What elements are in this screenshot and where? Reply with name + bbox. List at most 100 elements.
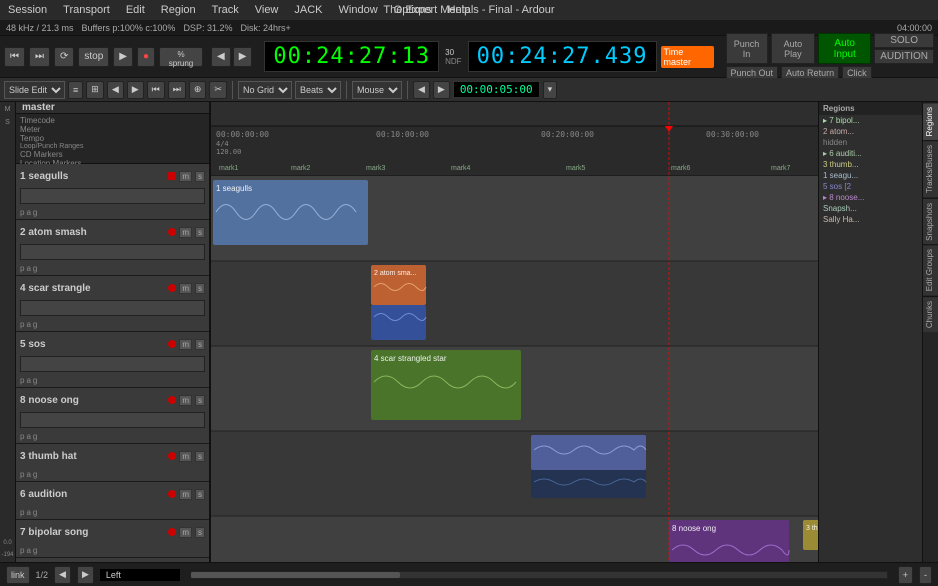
region-item-8[interactable]: Sally Ha... — [819, 214, 922, 225]
track-5-a[interactable]: a — [26, 376, 30, 385]
region-item-1[interactable]: 2 atom... — [819, 126, 922, 137]
auto-input-button[interactable]: Auto Input — [818, 33, 871, 64]
menu-help[interactable]: Help — [440, 2, 479, 18]
track-8-m[interactable]: m — [179, 395, 192, 406]
track-7-m[interactable]: m — [179, 527, 192, 538]
track-8-a[interactable]: a — [26, 432, 30, 441]
track-4-s[interactable]: s — [195, 283, 205, 294]
zoom-out[interactable]: - — [919, 566, 932, 584]
track-1-a[interactable]: a — [26, 208, 30, 217]
track-1-rec[interactable] — [168, 172, 176, 180]
track-2-a[interactable]: a — [26, 264, 30, 273]
track-4-g[interactable]: g — [33, 320, 37, 329]
bottom-link[interactable]: link — [6, 566, 30, 584]
timeline-svg[interactable]: 00:00:00:00 00:10:00:00 00:20:00:00 00:3… — [211, 102, 818, 562]
track-7-a[interactable]: a — [26, 546, 30, 555]
track-4-a[interactable]: a — [26, 320, 30, 329]
track-1-g[interactable]: g — [33, 208, 37, 217]
bottom-scroll-right[interactable]: ▶ — [77, 566, 94, 584]
edit-mode-select[interactable]: Slide Edit — [4, 81, 65, 99]
menu-jack[interactable]: JACK — [286, 2, 330, 18]
track-4-rec[interactable] — [168, 284, 176, 292]
region-item-7[interactable]: Snapsh... — [819, 203, 922, 214]
track-3-m[interactable]: m — [179, 451, 192, 462]
track-1-p[interactable]: p — [20, 208, 24, 217]
track-3-p[interactable]: p — [20, 470, 24, 479]
bottom-scroll-left[interactable]: ◀ — [54, 566, 71, 584]
menu-transport[interactable]: Transport — [55, 2, 118, 18]
audition-button[interactable]: AUDITION — [874, 49, 934, 64]
track-2-p[interactable]: p — [20, 264, 24, 273]
scrollbar-thumb[interactable] — [191, 572, 400, 578]
tab-tracks[interactable]: Tracks/Buses — [923, 140, 938, 197]
auto-play-button[interactable]: Auto Play — [771, 33, 816, 64]
grid-select[interactable]: No Grid — [238, 81, 292, 99]
tab-regions[interactable]: Regions — [923, 102, 938, 140]
region-item-hidden[interactable]: hidden — [819, 137, 922, 148]
rewind-button[interactable]: ⏮ — [4, 47, 25, 67]
tab-edit-groups[interactable]: Edit Groups — [923, 244, 938, 295]
left-panel-s[interactable]: S — [5, 117, 10, 128]
track-3-g[interactable]: g — [33, 470, 37, 479]
nav-left-button[interactable]: ◀ — [413, 81, 430, 99]
track-6-a[interactable]: a — [26, 508, 30, 517]
track-6-p[interactable]: p — [20, 508, 24, 517]
track-2-rec[interactable] — [168, 228, 176, 236]
region-item-3[interactable]: 3 thumb... — [819, 159, 922, 170]
secondary-clock[interactable]: 00:24:27.439 — [468, 41, 657, 72]
track-1-m[interactable]: m — [179, 171, 192, 182]
menu-edit[interactable]: Edit — [118, 2, 153, 18]
track-2-s[interactable]: s — [195, 227, 205, 238]
toolbar-btn-1[interactable]: ≡ — [68, 81, 83, 99]
region-item-5[interactable]: 5 sos [2 — [819, 181, 922, 192]
menu-window[interactable]: Window — [331, 2, 386, 18]
region-item-6[interactable]: ▸ 8 noose... — [819, 192, 922, 203]
solo-button[interactable]: SOLO — [874, 33, 934, 48]
toolbar-btn-3[interactable]: ◀ — [107, 81, 124, 99]
track-8-g[interactable]: g — [33, 432, 37, 441]
track-2-g[interactable]: g — [33, 264, 37, 273]
menu-session[interactable]: Session — [0, 2, 55, 18]
track-5-p[interactable]: p — [20, 376, 24, 385]
menu-options[interactable]: Options — [386, 2, 440, 18]
toolbar-btn-7[interactable]: ⊕ — [189, 81, 207, 99]
track-1-s[interactable]: s — [195, 171, 205, 182]
track-8-p[interactable]: p — [20, 432, 24, 441]
region-item-0[interactable]: ▸ 7 bipol... — [819, 115, 922, 126]
track-6-m[interactable]: m — [179, 489, 192, 500]
position-display[interactable]: 00:00:05:00 — [453, 81, 540, 98]
track-8-s[interactable]: s — [195, 395, 205, 406]
stop-button[interactable]: stop — [78, 47, 109, 67]
tool-select[interactable]: Mouse — [352, 81, 402, 99]
snap-select[interactable]: Beats — [295, 81, 341, 99]
record-button[interactable]: ● — [137, 47, 155, 67]
track-3-rec[interactable] — [168, 452, 176, 460]
horizontal-scrollbar[interactable] — [190, 571, 888, 579]
track-5-s[interactable]: s — [195, 339, 205, 350]
toolbar-btn-5[interactable]: ⏮ — [147, 81, 165, 99]
track-5-rec[interactable] — [168, 340, 176, 348]
track-3-a[interactable]: a — [26, 470, 30, 479]
menu-track[interactable]: Track — [204, 2, 247, 18]
speed-display[interactable]: % sprung — [159, 47, 203, 67]
track-3-s[interactable]: s — [195, 451, 205, 462]
track-7-rec[interactable] — [168, 528, 176, 536]
track-6-rec[interactable] — [168, 490, 176, 498]
track-6-g[interactable]: g — [33, 508, 37, 517]
track-8-rec[interactable] — [168, 396, 176, 404]
nav-right-button[interactable]: ▶ — [433, 81, 450, 99]
punch-in-button[interactable]: Punch In — [726, 33, 768, 64]
track-6-s[interactable]: s — [195, 489, 205, 500]
track-4-p[interactable]: p — [20, 320, 24, 329]
zoom-in[interactable]: + — [898, 566, 913, 584]
track-7-p[interactable]: p — [20, 546, 24, 555]
track-7-g[interactable]: g — [33, 546, 37, 555]
track-7-s[interactable]: s — [195, 527, 205, 538]
shuttle-left[interactable]: ◀ — [211, 47, 231, 67]
toolbar-btn-8[interactable]: ✂ — [209, 81, 227, 99]
track-5-g[interactable]: g — [33, 376, 37, 385]
play-button[interactable]: ▶ — [113, 47, 133, 67]
toolbar-btn-6[interactable]: ⏭ — [168, 81, 186, 99]
toolbar-btn-4[interactable]: ▶ — [127, 81, 144, 99]
menu-view[interactable]: View — [247, 2, 287, 18]
